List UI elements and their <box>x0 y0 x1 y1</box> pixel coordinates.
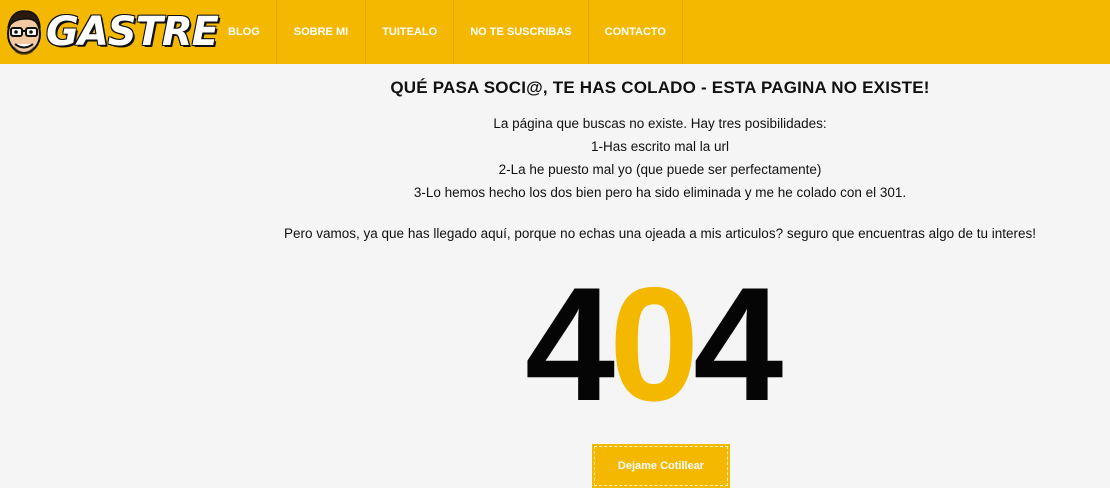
nav-item-sobre-mi[interactable]: SOBRE MI <box>277 0 367 64</box>
intro-text: La página que buscas no existe. Hay tres… <box>493 116 827 131</box>
avatar-face-icon <box>7 10 41 55</box>
error-code-404: 4 0 4 <box>525 254 783 435</box>
option-1-text: 1-Has escrito mal la url <box>590 139 730 154</box>
error-code-digit-last: 4 <box>693 254 783 435</box>
error-code-digit-first: 4 <box>525 254 615 435</box>
option-2-text: 2-La he puesto mal yo (que puede ser per… <box>498 162 822 177</box>
option-3-text: 3-Lo hemos hecho los dos bien pero ha si… <box>413 185 907 200</box>
page-title: QUÉ PASA SOCI@, TE HAS COLADO - ESTA PAG… <box>390 78 930 97</box>
nav-item-contacto[interactable]: CONTACTO <box>589 0 683 64</box>
dejame-cotillear-button[interactable]: Dejame Cotillear <box>592 444 730 488</box>
logo-text: GASTRE <box>46 9 219 55</box>
error-explanation: La página que buscas no existe. Hay tres… <box>200 112 1110 204</box>
error-code-digit-middle: 0 <box>609 254 699 435</box>
nav-item-tuitealo[interactable]: TUITEALO <box>366 0 455 64</box>
nav-item-no-te-suscribas[interactable]: NO TE SUSCRIBAS <box>454 0 589 64</box>
suggestion-text: Pero vamos, ya que has llegado aquí, por… <box>284 226 1036 241</box>
main-nav: BLOG SOBRE MI TUITEALO NO TE SUSCRIBAS C… <box>210 0 683 64</box>
site-logo[interactable]: GASTRE <box>0 0 219 64</box>
nav-item-blog[interactable]: BLOG <box>210 0 277 64</box>
top-navigation-bar: GASTRE BLOG SOBRE MI TUITEALO NO TE SUSC… <box>0 0 1110 64</box>
